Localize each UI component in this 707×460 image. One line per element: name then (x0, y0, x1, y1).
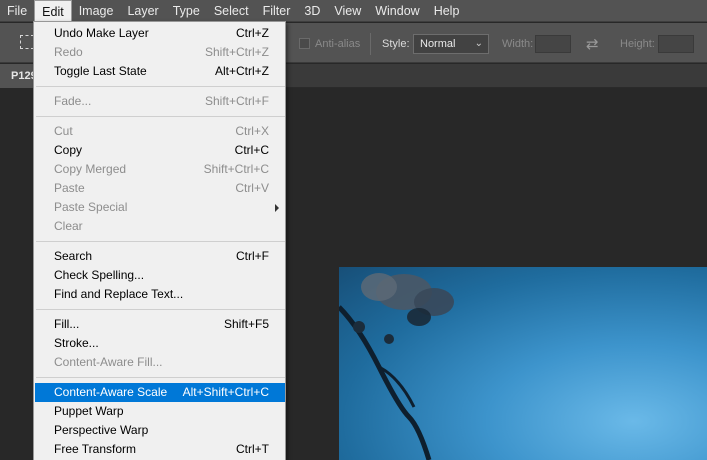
menu-item-search[interactable]: Search Ctrl+F (35, 247, 285, 266)
menu-item-perspective-warp[interactable]: Perspective Warp (35, 421, 285, 440)
menu-separator (36, 86, 285, 87)
menu-separator (36, 377, 285, 378)
document-tab[interactable]: P129 (0, 64, 36, 88)
menu-separator (36, 241, 285, 242)
menu-item-stroke[interactable]: Stroke... (35, 334, 285, 353)
menu-help[interactable]: Help (427, 0, 467, 22)
menu-window[interactable]: Window (368, 0, 426, 22)
menu-filter[interactable]: Filter (256, 0, 298, 22)
height-input[interactable] (658, 35, 694, 53)
menu-item-copy[interactable]: Copy Ctrl+C (35, 141, 285, 160)
menu-image[interactable]: Image (72, 0, 121, 22)
canvas-image (339, 267, 707, 460)
menu-item-content-aware-fill: Content-Aware Fill... (54, 355, 163, 369)
antialias-checkbox[interactable] (299, 38, 310, 49)
menu-item-free-transform[interactable]: Free Transform Ctrl+T (35, 440, 285, 459)
menu-select[interactable]: Select (207, 0, 256, 22)
menu-separator (36, 116, 285, 117)
menu-3d[interactable]: 3D (297, 0, 327, 22)
menu-item-paste-special: Paste Special (35, 198, 285, 217)
branch-silhouette (339, 273, 454, 460)
menu-type[interactable]: Type (166, 0, 207, 22)
menu-item-paste: Paste Ctrl+V (54, 181, 269, 195)
menu-item-clear: Clear (54, 219, 83, 233)
menu-file[interactable]: File (0, 0, 34, 22)
menu-item-fade: Fade... Shift+Ctrl+F (54, 94, 269, 108)
width-label: Width: (502, 38, 534, 50)
menu-bar: File Edit Image Layer Type Select Filter… (0, 0, 707, 22)
style-label: Style: (382, 38, 410, 50)
menu-item-cut: Cut Ctrl+X (54, 124, 269, 138)
menu-item-content-aware-scale[interactable]: Content-Aware Scale Alt+Shift+Ctrl+C (35, 383, 285, 402)
options-divider (370, 33, 371, 55)
photoshop-window: File Edit Image Layer Type Select Filter… (0, 0, 707, 460)
menu-item-copy-merged: Copy Merged Shift+Ctrl+C (54, 162, 269, 176)
style-select[interactable]: Normal ⌄ (413, 34, 489, 54)
menu-item-toggle-last-state[interactable]: Toggle Last State Alt+Ctrl+Z (35, 62, 285, 81)
menu-item-find-replace[interactable]: Find and Replace Text... (35, 285, 285, 304)
chevron-down-icon: ⌄ (474, 38, 483, 49)
menu-item-redo: Redo Shift+Ctrl+Z (54, 45, 269, 59)
rectangular-marquee-icon[interactable] (20, 35, 34, 49)
width-input[interactable] (535, 35, 571, 53)
style-select-value: Normal (420, 38, 456, 50)
antialias-label: Anti-alias (315, 38, 361, 50)
submenu-arrow-icon (275, 204, 279, 212)
menu-layer[interactable]: Layer (120, 0, 165, 22)
edit-menu-dropdown: Undo Make Layer Ctrl+Z Redo Shift+Ctrl+Z… (33, 21, 286, 460)
menu-separator (36, 309, 285, 310)
swap-arrows-icon[interactable]: ⇄ (586, 35, 599, 53)
menu-item-puppet-warp[interactable]: Puppet Warp (35, 402, 285, 421)
height-label: Height: (620, 38, 655, 50)
menu-item-fill[interactable]: Fill... Shift+F5 (35, 315, 285, 334)
menu-item-check-spelling[interactable]: Check Spelling... (35, 266, 285, 285)
menu-edit[interactable]: Edit (34, 0, 72, 22)
menu-view[interactable]: View (327, 0, 368, 22)
menu-item-undo[interactable]: Undo Make Layer Ctrl+Z (35, 24, 285, 43)
